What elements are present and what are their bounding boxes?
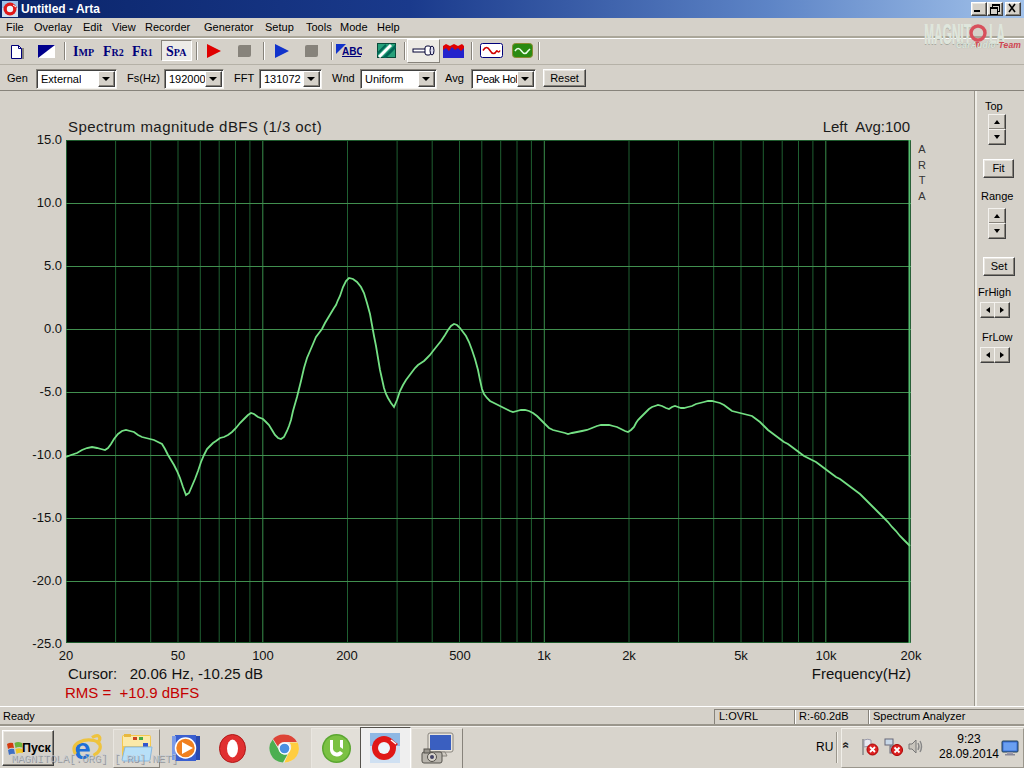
svg-text:ABC: ABC [342, 46, 362, 57]
